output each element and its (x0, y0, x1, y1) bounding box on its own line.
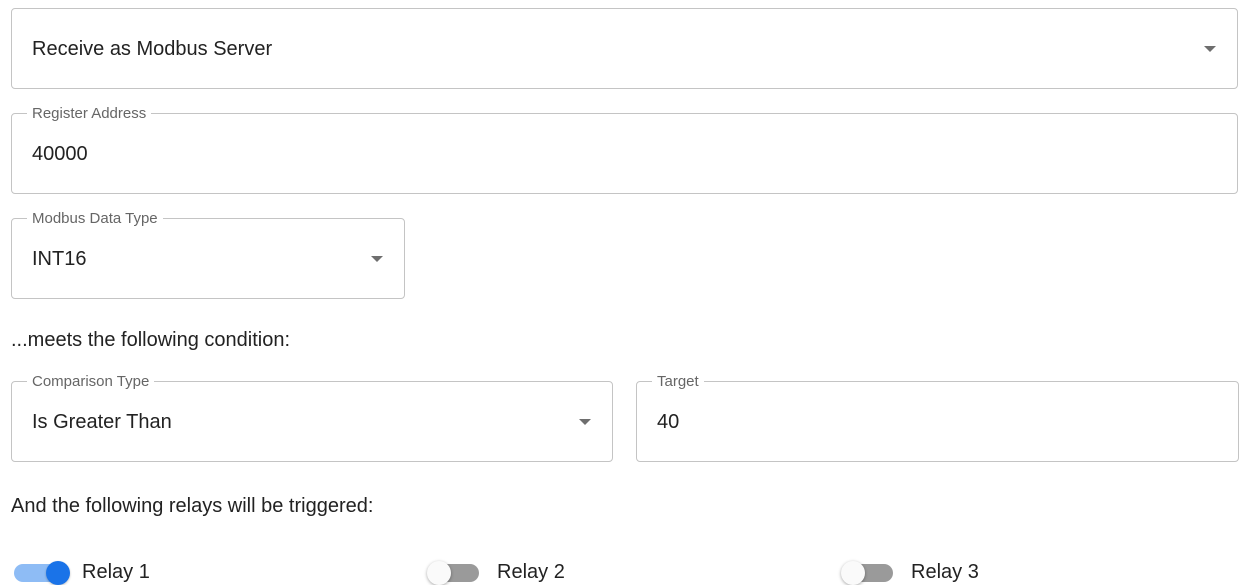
condition-heading: ...meets the following condition: (11, 329, 291, 351)
modbus-data-type-value: INT16 (32, 248, 87, 270)
relay-2-switch[interactable] (427, 561, 485, 585)
register-address-input[interactable]: Register Address 40000 (11, 105, 1238, 194)
chevron-down-icon (579, 419, 591, 425)
register-address-value: 40000 (32, 143, 88, 165)
target-input[interactable]: Target 40 (636, 373, 1239, 462)
trigger-mode-value: Receive as Modbus Server (32, 38, 273, 60)
switch-thumb (427, 561, 451, 585)
relay-1-switch[interactable] (12, 561, 70, 585)
comparison-type-value: Is Greater Than (32, 411, 172, 433)
chevron-down-icon (1204, 46, 1216, 52)
relay-3-switch[interactable] (841, 561, 899, 585)
switch-thumb (46, 561, 70, 585)
target-value: 40 (657, 411, 680, 433)
relays-heading: And the following relays will be trigger… (11, 495, 374, 517)
comparison-type-label: Comparison Type (27, 373, 155, 391)
relay-2-label: Relay 2 (497, 561, 565, 583)
register-address-label: Register Address (27, 105, 152, 123)
target-label: Target (652, 373, 704, 391)
trigger-mode-select[interactable]: Receive as Modbus Server (11, 8, 1238, 89)
modbus-data-type-label: Modbus Data Type (27, 210, 163, 228)
relay-1-label: Relay 1 (82, 561, 150, 583)
chevron-down-icon (371, 256, 383, 262)
comparison-type-select[interactable]: Comparison Type Is Greater Than (11, 373, 613, 462)
modbus-data-type-select[interactable]: Modbus Data Type INT16 (11, 210, 405, 299)
rule-form: Receive as Modbus Server Register Addres… (0, 0, 1239, 585)
relay-3-label: Relay 3 (911, 561, 979, 583)
switch-thumb (841, 561, 865, 585)
